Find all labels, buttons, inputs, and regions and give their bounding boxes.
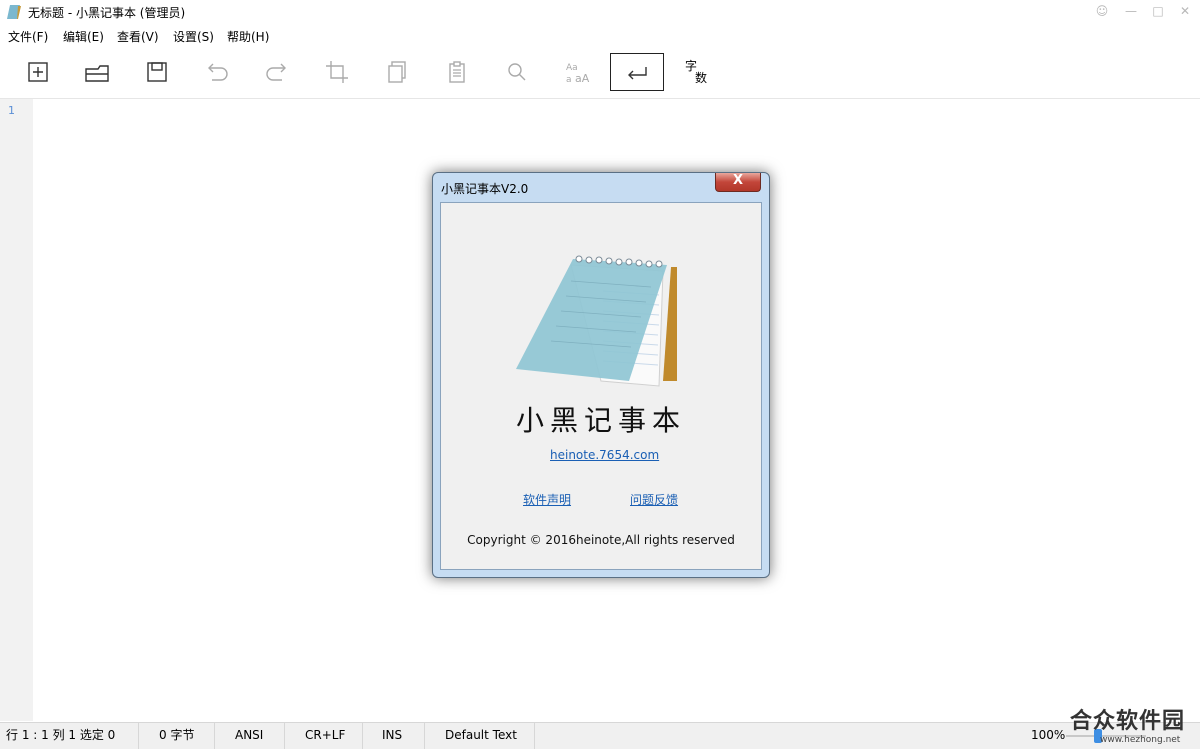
dialog-body: 小黑记事本 heinote.7654.com 软件声明 问题反馈 Copyrig… (440, 202, 762, 570)
close-icon[interactable]: ✕ (1173, 2, 1197, 20)
new-file-icon (28, 62, 48, 82)
font-size-icon: Aaa aA (566, 63, 590, 85)
watermark: 合众软件园 www.hezhong.net (1070, 703, 1198, 745)
copyright-text: Copyright © 2016heinote,All rights reser… (467, 533, 735, 547)
watermark-url: www.hezhong.net (1100, 735, 1181, 745)
watermark-brand: 合众软件园 (1070, 709, 1186, 734)
menu-help[interactable]: 帮助(H) (227, 28, 269, 45)
statement-link[interactable]: 软件声明 (523, 491, 571, 508)
search-icon (508, 63, 526, 81)
menu-settings[interactable]: 设置(S) (173, 28, 214, 45)
undo-icon (208, 63, 228, 81)
menu-bar: 文件(F) 编辑(E) 查看(V) 设置(S) 帮助(H) (0, 25, 1200, 47)
undo-button[interactable] (195, 54, 239, 90)
app-name-heading: 小黑记事本 (515, 404, 686, 437)
title-bar: 无标题 - 小黑记事本 (管理员) ☺ — □ ✕ (0, 0, 1200, 24)
line-ending-status[interactable]: CR+LF (285, 723, 363, 749)
word-count-button[interactable]: 字 数 (675, 54, 719, 90)
open-file-icon (85, 65, 109, 82)
toolbar: Aa a aA 字 数 (0, 48, 1200, 99)
word-wrap-button[interactable] (610, 53, 664, 91)
feedback-link[interactable]: 问题反馈 (630, 491, 678, 508)
font-size-button[interactable]: Aa a aA (555, 54, 599, 90)
minimize-icon[interactable]: — (1119, 2, 1143, 20)
search-button[interactable] (495, 54, 539, 90)
syntax-status[interactable]: Default Text (425, 723, 535, 749)
close-icon: X (732, 173, 744, 188)
copy-button[interactable] (375, 54, 419, 90)
word-wrap-icon (628, 67, 647, 80)
line-number: 1 (8, 104, 15, 117)
svg-text:a: a (566, 75, 572, 85)
status-bar: 行 1 : 1 列 1 选定 0 0 字节 ANSI CR+LF INS Def… (0, 722, 1200, 749)
menu-edit[interactable]: 编辑(E) (63, 28, 104, 45)
paste-button[interactable] (435, 54, 479, 90)
website-link[interactable]: heinote.7654.com (550, 448, 659, 462)
dialog-close-button[interactable]: X (715, 173, 761, 192)
zoom-level: 100% (1031, 728, 1066, 742)
menu-file[interactable]: 文件(F) (8, 28, 48, 45)
window-title: 无标题 - 小黑记事本 (管理员) (28, 6, 186, 20)
about-dialog: 小黑记事本V2.0 X 小黑记事本 heinote.7654.com 软件声明 … (432, 172, 770, 578)
maximize-icon[interactable]: □ (1146, 2, 1170, 20)
encoding-status[interactable]: ANSI (215, 723, 285, 749)
open-file-button[interactable] (75, 54, 119, 90)
cut-button[interactable] (315, 54, 359, 90)
svg-text:aA: aA (575, 72, 590, 85)
save-button[interactable] (135, 54, 179, 90)
redo-button[interactable] (255, 54, 299, 90)
menu-view[interactable]: 查看(V) (117, 28, 159, 45)
copy-icon (388, 61, 406, 83)
save-icon (147, 62, 167, 82)
insert-mode-status[interactable]: INS (363, 723, 425, 749)
crop-icon (326, 61, 348, 83)
word-count-bottom: 数 (695, 71, 708, 85)
byte-count: 0 字节 (139, 723, 215, 749)
cursor-position: 行 1 : 1 列 1 选定 0 (0, 723, 139, 749)
line-number-gutter: 1 (0, 99, 33, 721)
dialog-title: 小黑记事本V2.0 (441, 182, 529, 196)
paste-icon (449, 61, 465, 83)
skin-icon[interactable]: ☺ (1090, 2, 1114, 20)
notepad-logo-icon (516, 255, 677, 387)
app-logo-icon (7, 5, 21, 19)
new-file-button[interactable] (16, 54, 60, 90)
redo-icon (266, 63, 286, 81)
